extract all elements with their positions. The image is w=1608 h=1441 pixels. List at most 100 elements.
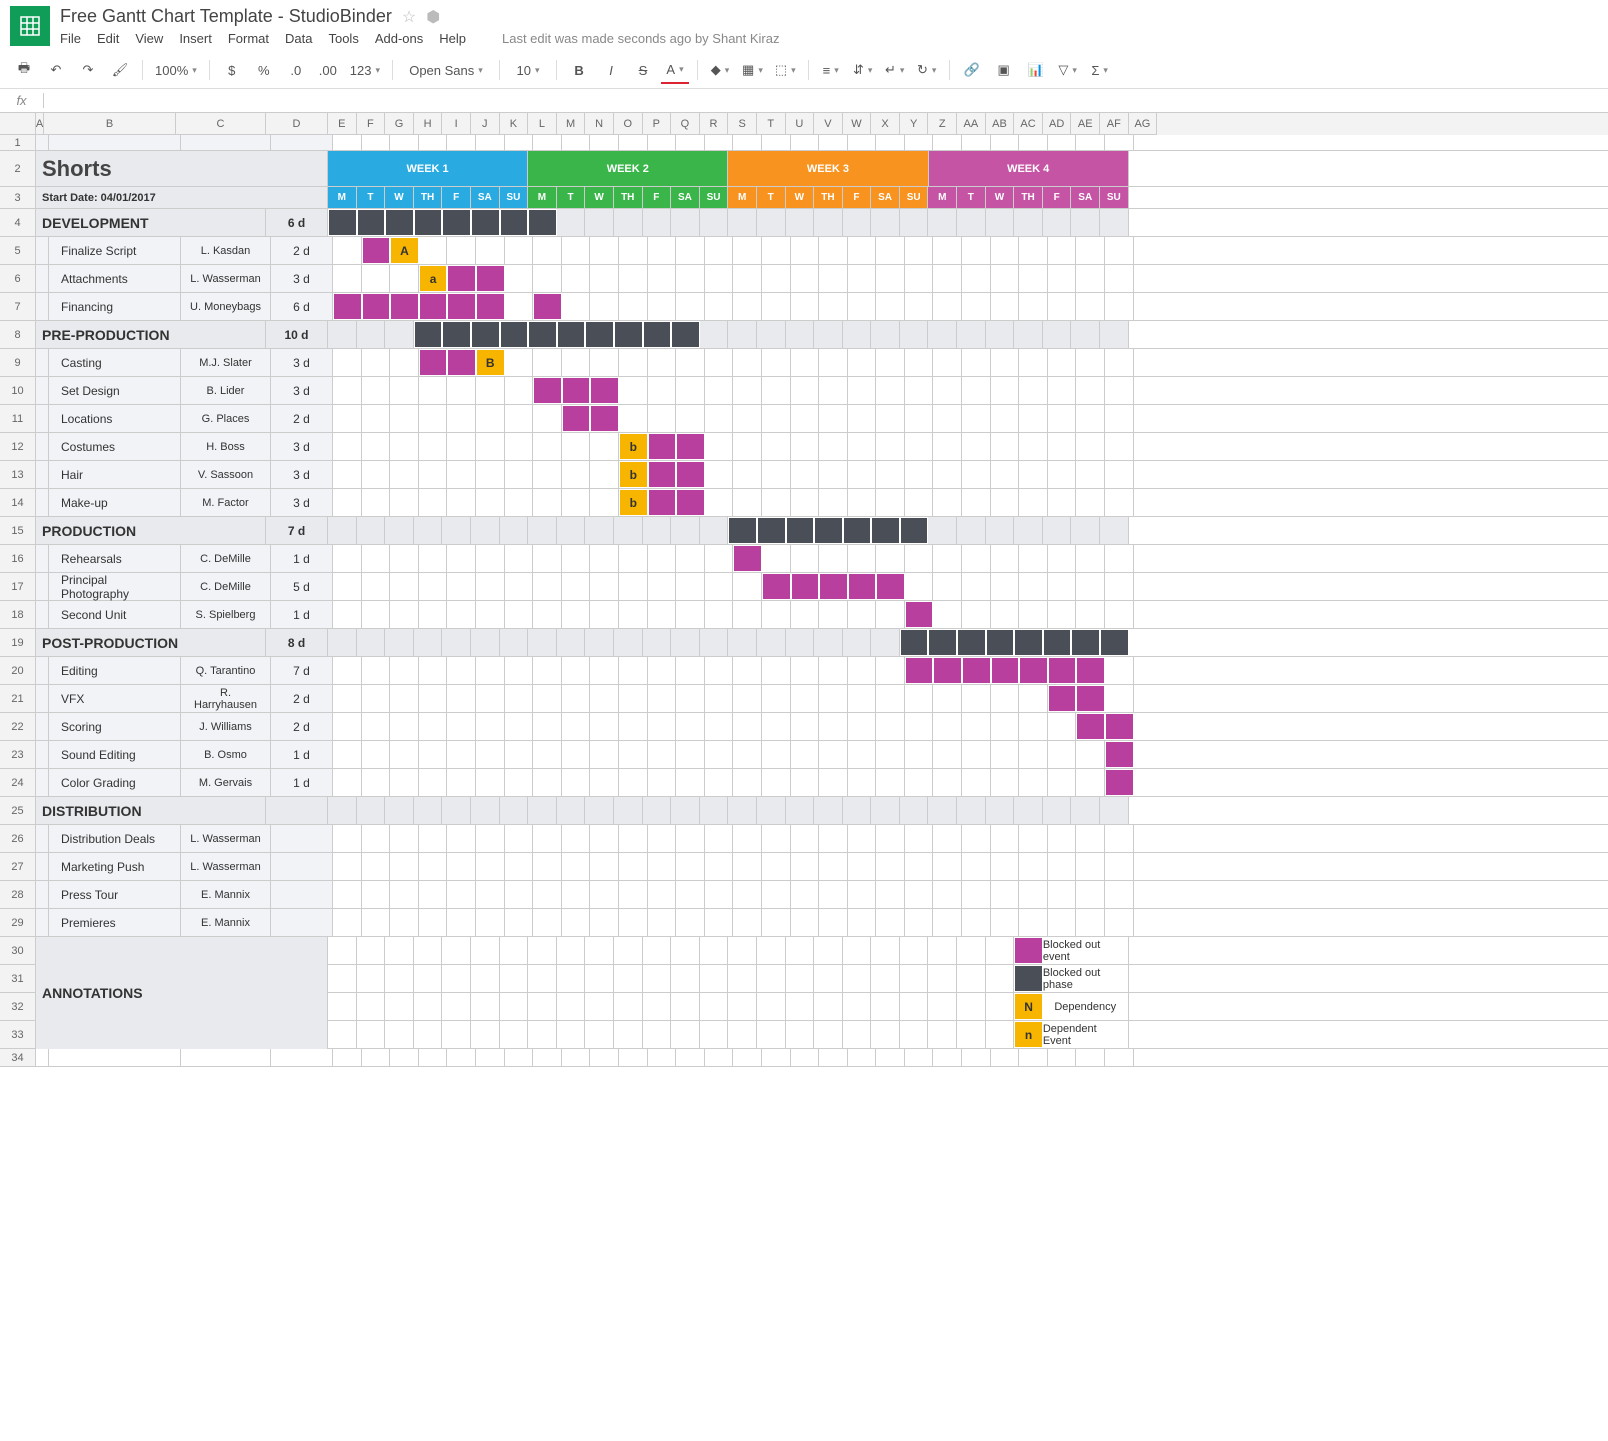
cell[interactable] <box>562 433 591 460</box>
cell[interactable] <box>928 797 957 824</box>
cell[interactable] <box>447 461 476 488</box>
cell[interactable] <box>933 293 962 320</box>
cell[interactable] <box>814 209 843 236</box>
cell[interactable] <box>333 657 362 684</box>
cell[interactable] <box>762 685 791 712</box>
cell[interactable] <box>928 1021 957 1048</box>
cell[interactable] <box>928 321 957 348</box>
row-header[interactable]: 6 <box>0 265 36 293</box>
cell[interactable] <box>442 797 471 824</box>
cell[interactable] <box>848 853 877 880</box>
cell[interactable] <box>476 741 505 768</box>
cell[interactable]: 1 d <box>271 769 333 796</box>
zoom-dropdown[interactable]: 100% <box>151 56 201 84</box>
cell[interactable] <box>619 1049 648 1066</box>
cell[interactable] <box>819 685 848 712</box>
row-header[interactable]: 34 <box>0 1049 36 1067</box>
cell[interactable] <box>36 853 49 880</box>
day-header[interactable]: SA <box>871 187 900 208</box>
dec-increase-button[interactable]: .00 <box>314 56 342 84</box>
cell[interactable] <box>671 993 700 1020</box>
cell[interactable] <box>762 545 791 572</box>
cell[interactable] <box>505 573 534 600</box>
cell[interactable] <box>957 965 986 992</box>
cell[interactable] <box>500 965 529 992</box>
cell[interactable] <box>705 685 734 712</box>
cell[interactable] <box>414 517 443 544</box>
row-header[interactable]: 4 <box>0 209 36 237</box>
cell[interactable] <box>819 741 848 768</box>
cell[interactable] <box>562 349 591 376</box>
cell[interactable] <box>876 657 905 684</box>
column-header[interactable]: L <box>528 113 557 135</box>
cell[interactable] <box>957 629 986 656</box>
cell[interactable] <box>648 377 677 404</box>
cell[interactable] <box>500 629 529 656</box>
cell[interactable] <box>36 489 49 516</box>
cell[interactable] <box>333 881 362 908</box>
cell[interactable] <box>419 545 448 572</box>
cell[interactable] <box>705 293 734 320</box>
cell[interactable] <box>962 769 991 796</box>
legend-label[interactable]: Blocked out phase <box>1043 965 1129 992</box>
cell[interactable]: b <box>619 461 648 488</box>
cell[interactable] <box>900 993 929 1020</box>
cell[interactable] <box>728 321 757 348</box>
week-header[interactable]: WEEK 4 <box>929 151 1129 186</box>
cell[interactable] <box>791 1049 820 1066</box>
cell[interactable] <box>619 769 648 796</box>
cell[interactable] <box>1105 657 1134 684</box>
cell[interactable] <box>733 1049 762 1066</box>
cell[interactable] <box>476 825 505 852</box>
cell[interactable] <box>671 1021 700 1048</box>
cell[interactable] <box>705 741 734 768</box>
cell[interactable] <box>876 377 905 404</box>
cell[interactable] <box>614 321 643 348</box>
cell[interactable] <box>1019 433 1048 460</box>
cell[interactable] <box>962 853 991 880</box>
row-header[interactable]: 22 <box>0 713 36 741</box>
cell[interactable] <box>791 237 820 264</box>
cell[interactable] <box>528 1021 557 1048</box>
day-header[interactable]: SU <box>1100 187 1129 208</box>
cell[interactable] <box>705 489 734 516</box>
cell[interactable] <box>419 881 448 908</box>
cell[interactable] <box>590 545 619 572</box>
cell[interactable] <box>991 853 1020 880</box>
cell[interactable] <box>676 601 705 628</box>
cell[interactable] <box>1100 629 1129 656</box>
cell[interactable] <box>762 405 791 432</box>
cell[interactable] <box>390 545 419 572</box>
cell[interactable] <box>791 293 820 320</box>
cell[interactable] <box>643 517 672 544</box>
legend-swatch[interactable]: N <box>1014 993 1043 1020</box>
cell[interactable] <box>590 349 619 376</box>
cell[interactable] <box>814 965 843 992</box>
day-header[interactable]: TH <box>614 187 643 208</box>
cell[interactable] <box>786 1021 815 1048</box>
cell[interactable] <box>1071 629 1100 656</box>
cell[interactable] <box>705 349 734 376</box>
cell[interactable] <box>757 1021 786 1048</box>
cell[interactable] <box>390 135 419 150</box>
cell[interactable] <box>648 405 677 432</box>
cell[interactable] <box>819 433 848 460</box>
cell[interactable] <box>557 629 586 656</box>
cell[interactable] <box>676 685 705 712</box>
cell[interactable]: 6 d <box>271 293 333 320</box>
column-header[interactable]: H <box>414 113 443 135</box>
cell[interactable] <box>648 685 677 712</box>
cell[interactable] <box>791 405 820 432</box>
cell[interactable] <box>905 489 934 516</box>
cell[interactable] <box>676 377 705 404</box>
cell[interactable] <box>757 937 786 964</box>
column-header[interactable]: N <box>585 113 614 135</box>
cell[interactable] <box>36 909 49 936</box>
cell[interactable] <box>533 881 562 908</box>
cell[interactable] <box>1043 797 1072 824</box>
cell[interactable]: 1 d <box>271 601 333 628</box>
cell[interactable] <box>986 209 1015 236</box>
cell[interactable] <box>333 293 362 320</box>
week-header[interactable]: WEEK 3 <box>728 151 928 186</box>
cell[interactable] <box>933 461 962 488</box>
